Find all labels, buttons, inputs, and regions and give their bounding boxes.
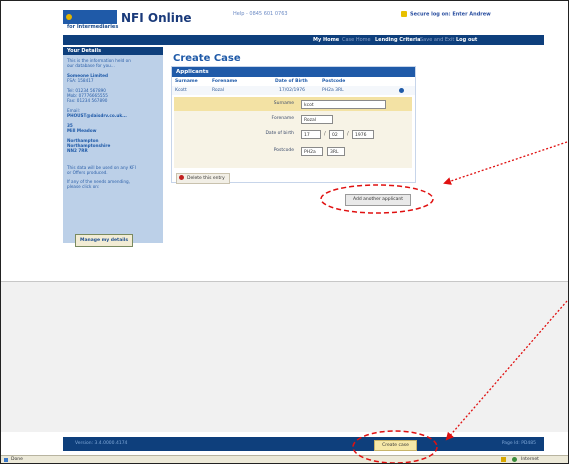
browser-window: Nationwide for Intermediaries NFI Online… — [0, 0, 569, 464]
highlight-ellipse-add-applicant — [320, 184, 434, 214]
highlight-ellipse-create-case — [352, 430, 438, 463]
arrow-to-add-applicant — [443, 141, 568, 185]
annotation-overlay — [320, 141, 568, 463]
arrow-to-create-case — [445, 300, 568, 441]
